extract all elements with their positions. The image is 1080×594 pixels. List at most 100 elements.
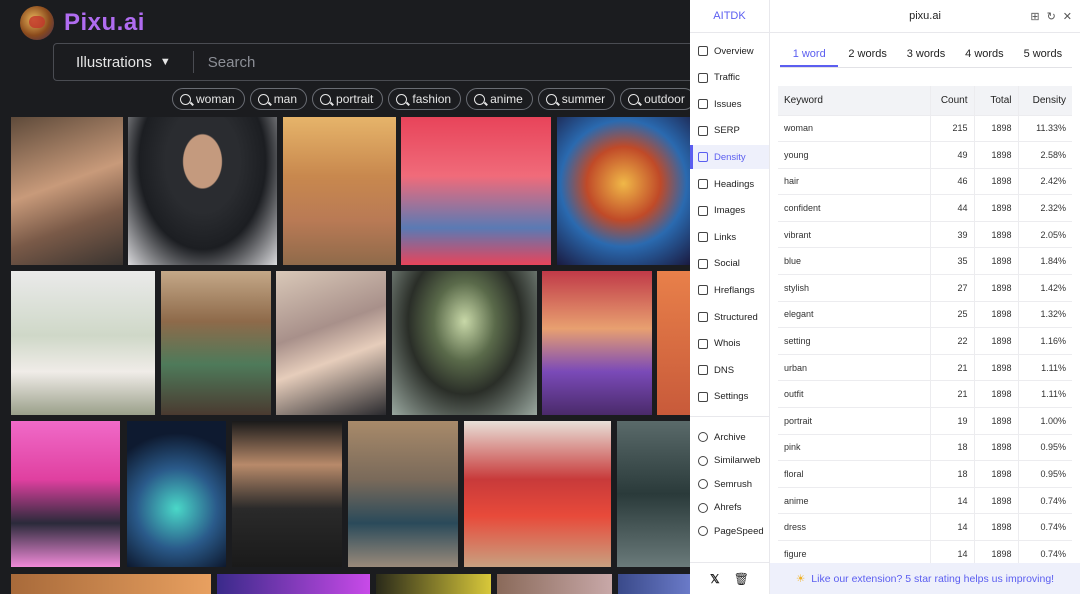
tool-link-label: Similarweb [714,455,761,466]
density-cell: 1.84% [1017,247,1072,275]
column-header-count[interactable]: Count [929,86,974,115]
gallery-image[interactable] [11,574,211,594]
tag-chip-outdoor[interactable]: outdoor [620,88,690,110]
table-row[interactable]: vibrant 39 1898 2.05% [778,220,1072,248]
table-row[interactable]: elegant 25 1898 1.32% [778,300,1072,328]
sidebar-item-traffic[interactable]: Traffic [690,66,769,90]
column-header-total[interactable]: Total [973,86,1018,115]
table-row[interactable]: floral 18 1898 0.95% [778,460,1072,488]
crop-icon[interactable]: ⊞ [1030,10,1039,23]
gallery-image[interactable] [617,421,690,567]
keyword-cell: confident [778,194,930,222]
gallery-image[interactable] [557,117,690,265]
sidebar-item-serp[interactable]: SERP [690,119,769,143]
gallery-image[interactable] [657,271,690,415]
total-cell: 1898 [973,407,1018,435]
gallery-image[interactable] [276,271,386,415]
sidebar-item-social[interactable]: Social [690,252,769,276]
sidebar-item-links[interactable]: Links [690,225,769,249]
gallery-image[interactable] [11,271,155,415]
gallery-image[interactable] [127,421,226,567]
column-header-keyword[interactable]: Keyword [778,86,930,115]
tag-chip-fashion[interactable]: fashion [388,88,462,110]
table-row[interactable]: hair 46 1898 2.42% [778,167,1072,195]
search-bar[interactable]: Illustrations ▼ Search [53,43,690,81]
gallery-image[interactable] [376,574,491,594]
tab-1-word[interactable]: 1 word [780,40,839,67]
ahrefs-icon [698,502,708,513]
table-row[interactable]: blue 35 1898 1.84% [778,247,1072,275]
table-row[interactable]: anime 14 1898 0.74% [778,486,1072,514]
sidebar-item-headings[interactable]: Headings [690,172,769,196]
column-header-density[interactable]: Density [1017,86,1072,115]
gallery-image[interactable] [542,271,652,415]
sidebar-item-dns[interactable]: DNS [690,358,769,382]
sidebar-item-structured[interactable]: Structured [690,305,769,329]
gallery-image[interactable] [128,117,277,265]
gallery-image[interactable] [348,421,458,567]
table-row[interactable]: setting 22 1898 1.16% [778,327,1072,355]
tag-chip-anime[interactable]: anime [466,88,533,110]
close-icon[interactable]: ✕ [1063,10,1072,23]
gallery-image[interactable] [232,421,342,567]
rating-banner[interactable]: ☀ Like our extension? 5 star rating help… [770,563,1080,594]
table-row[interactable]: outfit 21 1898 1.11% [778,380,1072,408]
sidebar-item-issues[interactable]: Issues [690,92,769,116]
gallery-image[interactable] [11,421,120,567]
table-row[interactable]: dress 14 1898 0.74% [778,513,1072,541]
tab-3-word[interactable]: 3 words [897,40,955,67]
tool-link-ahrefs[interactable]: Ahrefs [690,496,769,520]
sidebar-item-overview[interactable]: Overview [690,39,769,63]
keyword-cell: elegant [778,300,930,328]
total-cell: 1898 [973,274,1018,302]
sidebar-item-label: Issues [714,98,742,110]
refresh-icon[interactable]: ↻ [1047,10,1056,23]
count-cell: 22 [929,327,974,355]
sidebar-item-whois[interactable]: Whois [690,332,769,356]
table-row[interactable]: confident 44 1898 2.32% [778,194,1072,222]
x-twitter-icon[interactable]: 𝕏 [710,572,720,586]
table-row[interactable]: urban 21 1898 1.11% [778,353,1072,381]
gallery-image[interactable] [11,117,123,265]
sidebar-item-images[interactable]: Images [690,199,769,223]
tool-link-semrush[interactable]: Semrush [690,472,769,496]
gallery-image[interactable] [392,271,537,415]
table-row[interactable]: stylish 27 1898 1.42% [778,274,1072,302]
table-row[interactable]: pink 18 1898 0.95% [778,433,1072,461]
gallery-image[interactable] [161,271,271,415]
gallery-image[interactable] [401,117,551,265]
gallery-image[interactable] [217,574,370,594]
aitdk-extension-panel: AITDK Overview Traffic Issues SERP Density He… [690,0,1080,594]
sidebar-item-settings[interactable]: Settings [690,385,769,409]
sidebar-item-label: Whois [714,338,741,350]
sidebar-item-label: Traffic [714,72,740,84]
site-logo[interactable]: Pixu.ai [20,6,145,40]
table-header-row: Keyword Count Total Density [778,86,1072,115]
count-cell: 21 [929,380,974,408]
category-select[interactable]: Illustrations ▼ [54,51,194,73]
extension-brand[interactable]: AITDK [690,0,769,33]
gallery-image[interactable] [464,421,611,567]
sidebar-item-hreflangs[interactable]: Hreflangs [690,278,769,302]
tag-chip-woman[interactable]: woman [172,88,245,110]
table-row[interactable]: woman 215 1898 11.33% [778,114,1072,142]
table-row[interactable]: young 49 1898 2.58% [778,141,1072,169]
tag-chip-man[interactable]: man [249,88,308,110]
tag-chip-summer[interactable]: summer [537,88,616,110]
table-row[interactable]: portrait 19 1898 1.00% [778,407,1072,435]
tool-link-archive[interactable]: Archive [690,425,769,449]
trash-icon[interactable]: 🗑 [734,572,749,586]
tool-link-label: PageSpeed [714,525,764,537]
tab-5-word[interactable]: 5 words [1014,40,1072,67]
gallery-image[interactable] [283,117,396,265]
sidebar-item-density[interactable]: Density [690,145,769,170]
search-input[interactable]: Search [194,54,256,71]
tool-link-similarweb[interactable]: Similarweb [690,449,769,473]
gallery-image[interactable] [497,574,612,594]
tool-link-pagespeed[interactable]: PageSpeed [690,519,769,543]
tab-4-word[interactable]: 4 words [955,40,1013,67]
keyword-cell: outfit [778,380,930,408]
tab-2-word[interactable]: 2 words [838,40,896,67]
tag-chip-portrait[interactable]: portrait [312,88,384,110]
gallery-image[interactable] [618,574,690,594]
